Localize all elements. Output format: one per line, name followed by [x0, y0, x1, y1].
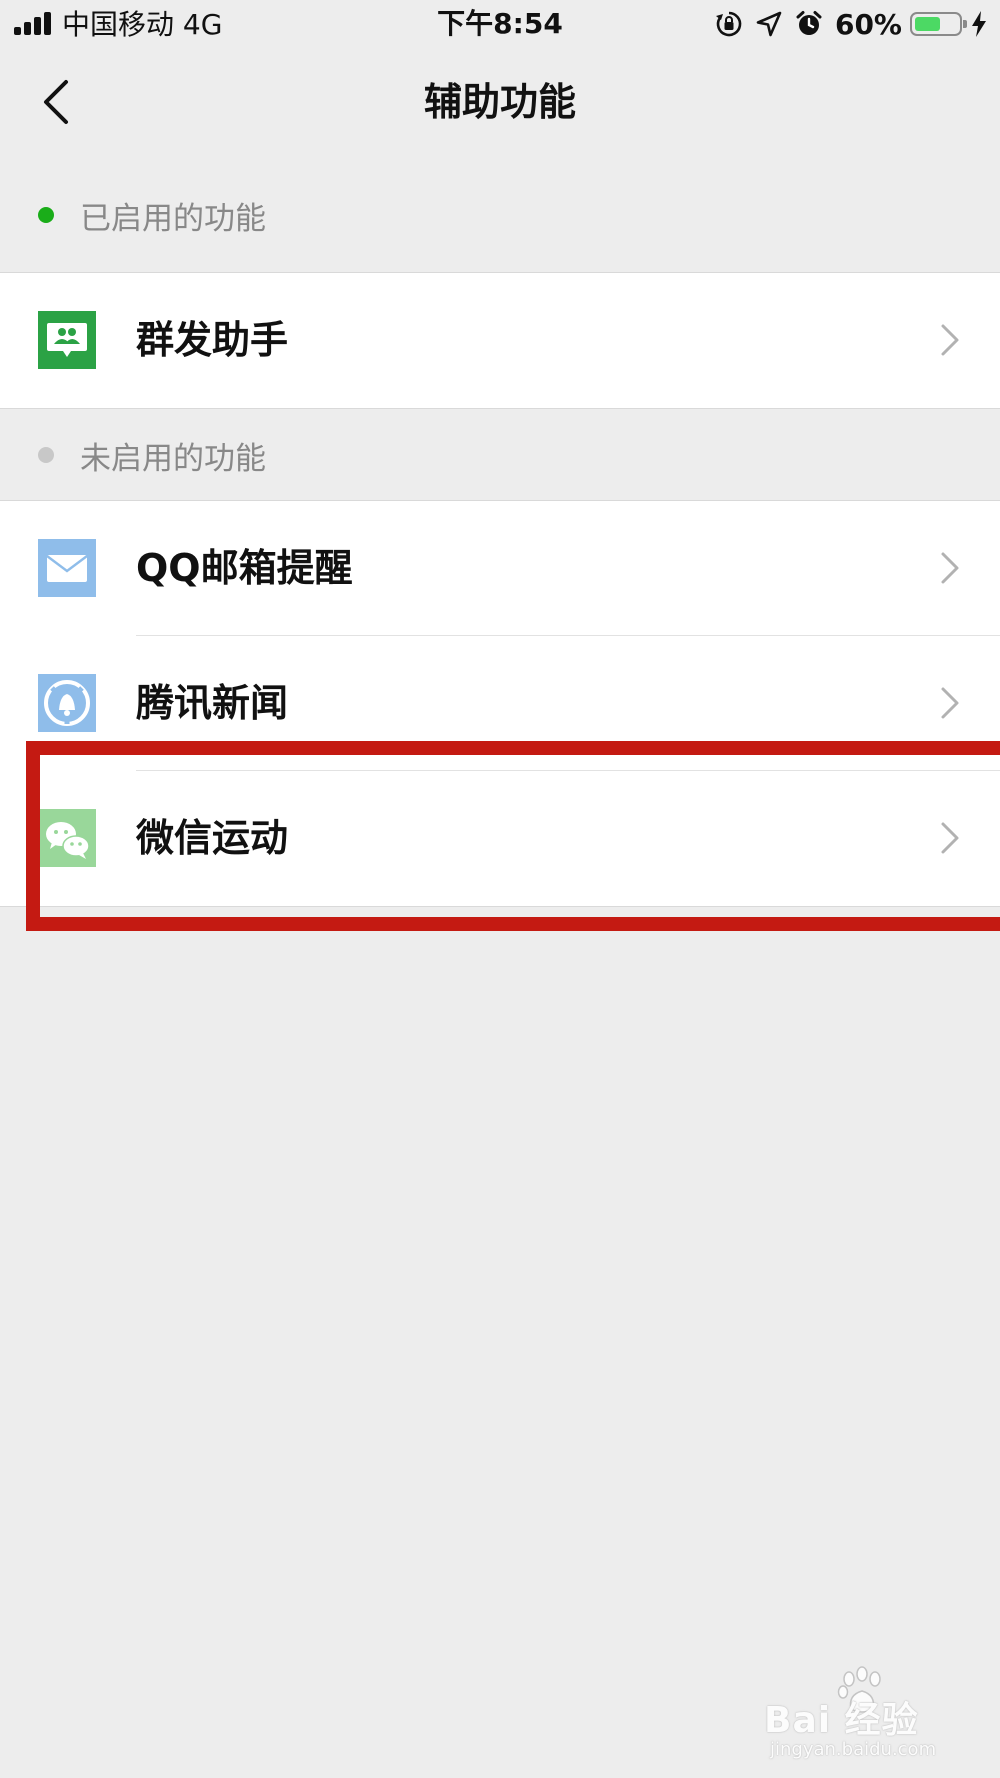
news-bell-icon [38, 674, 96, 732]
feature-label: 群发助手 [136, 318, 289, 362]
location-icon [756, 11, 782, 37]
wechat-icon [38, 809, 96, 867]
chevron-right-icon [941, 687, 959, 719]
charging-icon [972, 11, 986, 37]
section-label-enabled: 已启用的功能 [80, 200, 266, 237]
enabled-dot-icon [38, 207, 54, 223]
feature-item-tencent-news[interactable]: 腾讯新闻 [0, 636, 1000, 771]
chevron-right-icon [941, 552, 959, 584]
mail-icon [38, 539, 96, 597]
alarm-icon [796, 11, 822, 35]
feature-item-qq-mail[interactable]: QQ邮箱提醒 [0, 501, 1000, 636]
feature-label: QQ邮箱提醒 [136, 546, 353, 590]
chevron-right-icon [941, 822, 959, 854]
feature-item-mass-message[interactable]: 群发助手 [0, 273, 1000, 408]
section-label-disabled: 未启用的功能 [80, 440, 266, 477]
disabled-features-group: QQ邮箱提醒 腾讯新闻 微信运动 [0, 500, 1000, 907]
battery-percent: 60% [834, 7, 902, 41]
disabled-dot-icon [38, 447, 54, 463]
rotation-lock-icon [715, 11, 742, 37]
page-title: 辅助功能 [423, 80, 576, 124]
section-header-enabled: 已启用的功能 [0, 190, 1000, 240]
battery-icon [910, 12, 967, 36]
watermark-text: Bai 经验 [764, 1700, 919, 1741]
feature-label: 微信运动 [136, 816, 289, 860]
status-bar: 中国移动 4G 下午8:54 60% [0, 0, 1000, 50]
mass-message-icon [38, 311, 96, 369]
enabled-features-group: 群发助手 [0, 272, 1000, 409]
baidu-watermark: Bai 经验 jingyan.baidu.com [764, 1665, 954, 1763]
section-header-disabled: 未启用的功能 [0, 430, 1000, 480]
watermark-url: jingyan.baidu.com [770, 1739, 937, 1760]
feature-label: 腾讯新闻 [136, 681, 289, 725]
chevron-right-icon [941, 324, 959, 356]
nav-bar: 辅助功能 [0, 52, 1000, 152]
feature-item-wechat-sports[interactable]: 微信运动 [0, 771, 1000, 906]
